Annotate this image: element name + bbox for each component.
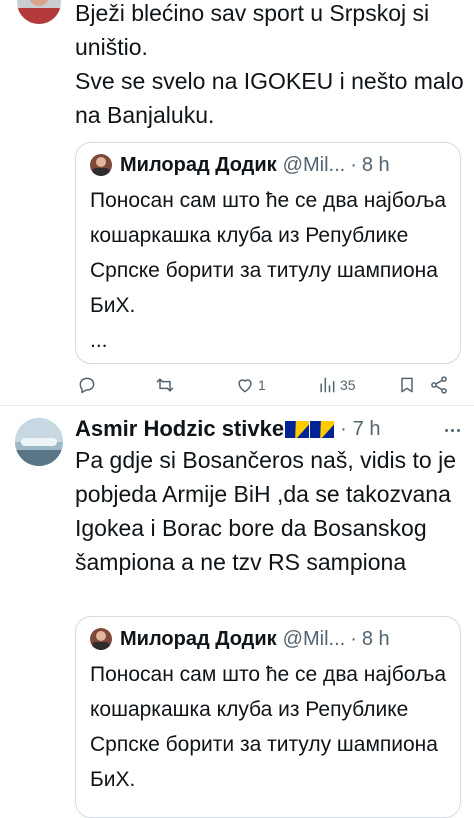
- quoted-tweet-header: Милорад Додик @Mil... · 8 h: [90, 152, 390, 178]
- avatar-plane: [21, 438, 57, 446]
- quoted-tweet[interactable]: Милорад Додик @Mil... · 8 h Поносан сам …: [75, 142, 461, 364]
- tweet-text: Pa gdje si Bosančeros naš, vidis to je p…: [75, 447, 456, 575]
- avatar: [90, 628, 112, 650]
- avatar[interactable]: [17, 0, 61, 24]
- reply-button[interactable]: [77, 370, 97, 400]
- separator-dot: ·: [340, 417, 347, 440]
- like-count: 1: [258, 377, 266, 393]
- avatar: [90, 154, 112, 176]
- reply-icon: [79, 377, 95, 394]
- retweet-icon: [156, 378, 174, 392]
- tweet-header: Asmir Hodzic stivke · 7 h: [75, 412, 381, 446]
- retweet-button[interactable]: [155, 370, 175, 400]
- timestamp: 8 h: [361, 627, 390, 650]
- avatar-shirt: [17, 8, 61, 24]
- share-button[interactable]: [429, 370, 449, 400]
- tweet-divider: [0, 405, 474, 406]
- quoted-tweet-text: Поносан сам што ће се два најбоља кошарк…: [90, 189, 447, 352]
- bih-flag-icon: [285, 420, 310, 438]
- timestamp[interactable]: 7 h: [353, 418, 381, 441]
- quoted-tweet-text: Поносан сам што ће се два најбоља кошарк…: [90, 663, 447, 791]
- timestamp: 8 h: [361, 153, 390, 176]
- avatar[interactable]: [15, 418, 63, 466]
- views-count: 35: [340, 377, 356, 393]
- views-icon: [320, 377, 335, 393]
- avatar-ground: [15, 450, 63, 466]
- more-options-icon[interactable]: [442, 420, 462, 440]
- tweet-actions: 1 35: [75, 370, 459, 400]
- author-name: Милорад Додик: [120, 153, 277, 176]
- bookmark-icon: [401, 377, 413, 393]
- quoted-tweet-header: Милорад Додик @Mil... · 8 h: [90, 626, 390, 652]
- bih-flag-icon: [310, 420, 335, 438]
- author-name[interactable]: Asmir Hodzic stivke: [75, 416, 284, 442]
- author-name: Милорад Додик: [120, 627, 277, 650]
- like-button[interactable]: 1: [235, 370, 266, 400]
- share-icon: [431, 376, 447, 394]
- quoted-tweet[interactable]: Милорад Додик @Mil... · 8 h Поносан сам …: [75, 616, 461, 818]
- separator-dot: ·: [350, 627, 357, 650]
- tweet-text: Bježi blećino sav sport u Srpskoj si uni…: [75, 0, 464, 128]
- separator-dot: ·: [350, 153, 357, 176]
- author-handle: @Mil...: [282, 153, 346, 176]
- views-button[interactable]: 35: [317, 370, 356, 400]
- avatar-face: [29, 0, 49, 6]
- like-icon: [238, 379, 252, 393]
- author-handle: @Mil...: [282, 627, 346, 650]
- bookmark-button[interactable]: [397, 370, 417, 400]
